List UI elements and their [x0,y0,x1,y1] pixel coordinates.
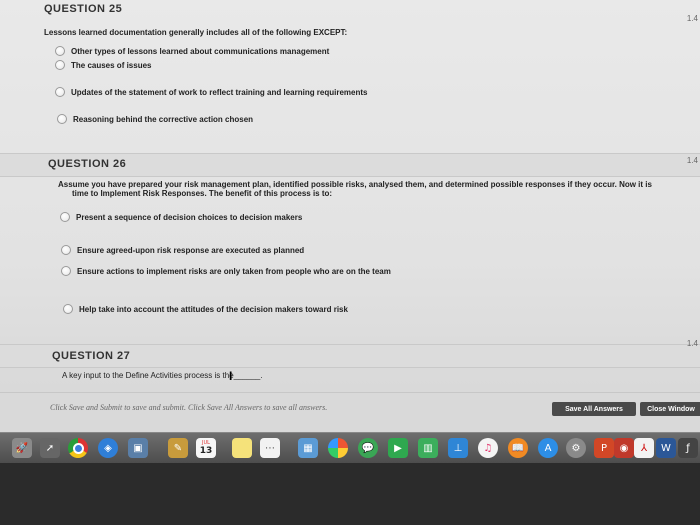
messages-icon[interactable]: 💬 [358,438,378,458]
option-label: Help take into account the attitudes of … [79,304,348,314]
question-25-title: QUESTION 25 [44,3,123,15]
word-icon[interactable]: W [656,438,676,458]
app-store-icon[interactable]: A [538,438,558,458]
option-label: Ensure agreed-upon risk response are exe… [77,245,305,255]
stickies-icon[interactable] [232,438,252,458]
question-26-prompt-line-1: Assume you have prepared your risk manag… [58,180,652,189]
system-preferences-icon[interactable]: ⚙ [566,438,586,458]
rocket-icon[interactable]: ➚ [40,438,60,458]
radio-button[interactable] [61,266,71,276]
notes-icon[interactable]: ✎ [168,438,188,458]
photo-booth-icon[interactable]: ◉ [614,438,634,458]
close-window-button[interactable]: Close Window [640,402,700,416]
question-25-prompt: Lessons learned documentation generally … [44,28,348,37]
text-cursor-icon: I [229,369,233,383]
radio-button[interactable] [60,212,70,222]
radio-button[interactable] [55,60,65,70]
question-27-points: 1.4 [686,339,698,348]
option-label: Ensure actions to implement risks are on… [77,266,391,276]
radio-button[interactable] [55,46,65,56]
footer-instructions: Click Save and Submit to save and submit… [50,403,328,412]
calendar-icon[interactable]: JUL 13 [196,438,216,458]
q26-option-4[interactable]: Help take into account the attitudes of … [63,304,348,314]
dock: 🚀 ➚ ◈ ▣ ✎ JUL 13 ⋯ ▦ 💬 ▶ ▥ ⊥ ♫ 📖 A ⚙ P ◉… [0,432,700,463]
q25-option-4[interactable]: Reasoning behind the corrective action c… [57,114,253,124]
calendar-day: 13 [199,446,213,456]
q26-option-1[interactable]: Present a sequence of decision choices t… [60,212,302,222]
photos-icon[interactable] [328,438,348,458]
radio-button[interactable] [57,114,67,124]
ibooks-icon[interactable]: 📖 [508,438,528,458]
reminders-icon[interactable]: ⋯ [260,438,280,458]
safari-icon[interactable]: ◈ [98,438,118,458]
question-26-prompt-line-2: time to Implement Risk Responses. The be… [72,189,333,198]
q26-option-2[interactable]: Ensure agreed-upon risk response are exe… [61,245,304,255]
powerpoint-icon[interactable]: P [594,438,614,458]
submit-bar: Click Save and Submit to save and submit… [0,392,700,432]
q26-option-3[interactable]: Ensure actions to implement risks are on… [61,266,391,276]
acrobat-icon[interactable]: ⅄ [634,438,654,458]
script-icon[interactable]: ƒ [678,438,698,458]
numbers-icon[interactable]: ▥ [418,438,438,458]
q25-option-1[interactable]: Other types of lessons learned about com… [55,46,329,56]
itunes-icon[interactable]: ♫ [478,438,498,458]
q25-option-3[interactable]: Updates of the statement of work to refl… [55,87,368,97]
option-label: Other types of lessons learned about com… [71,46,330,56]
option-label: Reasoning behind the corrective action c… [73,114,254,124]
launchpad-icon[interactable]: 🚀 [12,438,32,458]
question-25-points: 1.4 [686,14,698,23]
option-label: Updates of the statement of work to refl… [71,87,368,97]
radio-button[interactable] [63,304,73,314]
question-27-title: QUESTION 27 [52,350,131,362]
save-all-answers-button[interactable]: Save All Answers [552,402,636,416]
question-26-title: QUESTION 26 [48,158,127,170]
radio-button[interactable] [61,245,71,255]
quiz-page: QUESTION 25 1.4 Lessons learned document… [0,0,700,432]
keynote-icon[interactable]: ⊥ [448,438,468,458]
preview-icon[interactable]: ▣ [128,438,148,458]
facetime-icon[interactable]: ▶ [388,438,408,458]
q25-option-2[interactable]: The causes of issues [55,60,151,70]
radio-button[interactable] [55,87,65,97]
chrome-icon[interactable] [68,438,88,458]
image-capture-icon[interactable]: ▦ [298,438,318,458]
option-label: The causes of issues [71,60,152,70]
question-26-points: 1.4 [686,156,698,165]
option-label: Present a sequence of decision choices t… [76,212,303,222]
question-27-prompt: A key input to the Define Activities pro… [62,371,263,380]
